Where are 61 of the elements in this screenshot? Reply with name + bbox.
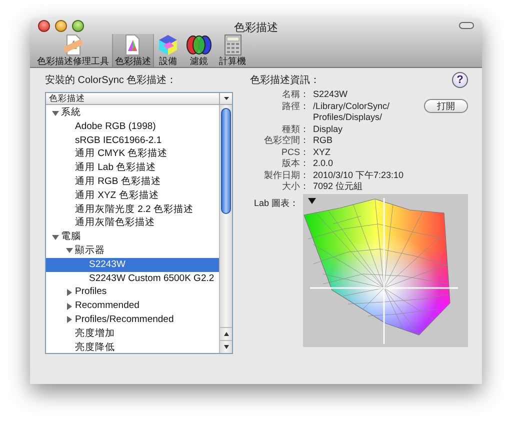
toolbar-tab[interactable]: 設備 xyxy=(154,34,182,67)
field-label: PCS： xyxy=(280,146,309,158)
field-label: 種類： xyxy=(281,124,309,135)
close-button[interactable] xyxy=(38,20,50,32)
lab-graph-label: Lab 圖表： xyxy=(253,198,299,210)
field-label: 路徑： xyxy=(281,100,309,112)
tree-row[interactable]: 通用 RGB 色彩描述 xyxy=(46,174,219,189)
tree-row[interactable]: Profiles xyxy=(46,285,219,300)
tree-row[interactable]: Adobe RGB (1998) xyxy=(46,120,219,134)
caret-icon xyxy=(224,97,228,100)
tree-row[interactable]: 通用 CMYK 色彩描述 xyxy=(46,147,219,162)
tree-row[interactable]: 通用 Lab 色彩描述 xyxy=(46,161,219,175)
tree-row[interactable]: 亮度降低 xyxy=(46,340,219,353)
window-title: 色彩描述 xyxy=(234,21,278,36)
column-menu-button[interactable] xyxy=(219,93,232,104)
tree-row[interactable]: sRGB IEC61966-2.1 xyxy=(46,134,219,148)
profile-repair-icon xyxy=(62,34,84,56)
calculator-icon xyxy=(224,34,242,56)
tree-row[interactable]: S2243W Custom 6500K G2.2 xyxy=(46,272,219,286)
tree-row[interactable]: S2243W xyxy=(46,258,219,272)
disclosure-down-icon[interactable] xyxy=(52,110,59,116)
menu-triangle-icon[interactable] xyxy=(308,198,316,204)
field-value: 2.0.0 xyxy=(313,158,334,170)
help-button[interactable]: ? xyxy=(452,72,468,88)
color-filters-icon xyxy=(185,34,213,56)
field-value: Display xyxy=(313,124,344,135)
field-label: 大小： xyxy=(281,181,309,192)
toolbar-tab[interactable]: 計算機 xyxy=(216,34,249,67)
scrollbar-thumb[interactable] xyxy=(221,108,231,214)
tree-row[interactable]: 通用灰階光度 2.2 色彩描述 xyxy=(46,202,219,216)
field-label: 版本： xyxy=(281,158,309,170)
up-arrow-icon xyxy=(224,332,228,336)
field-value: 2010/3/10 下午7:23:10 xyxy=(313,170,405,181)
tree-row[interactable]: 通用灰階色彩描述 xyxy=(46,216,219,230)
tree-row[interactable]: 通用 XYZ 色彩描述 xyxy=(46,188,219,203)
panel-title: 安裝的 ColorSync 色彩描述： xyxy=(45,74,178,88)
tree-row[interactable]: 系統 xyxy=(46,106,219,120)
zoom-button[interactable] xyxy=(72,20,84,32)
field-label: 名稱： xyxy=(281,89,309,100)
tree-row[interactable]: 亮度增加 xyxy=(46,326,219,341)
toolbar-toggle-button[interactable] xyxy=(459,22,474,29)
down-arrow-icon xyxy=(224,345,228,349)
tree-row[interactable]: 電腦 xyxy=(46,230,219,244)
toolbar-tab[interactable]: 濾鏡 xyxy=(182,34,216,67)
toolbar-tab[interactable]: 色彩描述修理工具 xyxy=(34,34,112,67)
field-label: 色彩空間： xyxy=(264,135,309,146)
field-value: XYZ xyxy=(313,146,332,158)
color-cube-icon xyxy=(157,34,179,56)
minimize-button[interactable] xyxy=(55,20,67,32)
tree-row[interactable]: 顯示器 xyxy=(46,244,219,258)
open-button[interactable]: 打開 xyxy=(424,99,468,113)
tree-row[interactable]: Recommended xyxy=(46,299,219,313)
field-value: S2243W xyxy=(313,89,349,100)
field-label: 製作日期： xyxy=(264,170,309,181)
field-value: RGB xyxy=(313,135,334,146)
panel-title: 色彩描述資訊： xyxy=(250,74,320,88)
scrollbar[interactable] xyxy=(219,105,232,353)
field-value: 7092 位元組 xyxy=(313,181,364,192)
tree-row[interactable]: Profiles/Recommended xyxy=(46,312,219,327)
field-value: /Library/ColorSync/ Profiles/Displays/ xyxy=(313,100,391,124)
toolbar-tab[interactable]: 色彩描述 xyxy=(112,34,154,67)
